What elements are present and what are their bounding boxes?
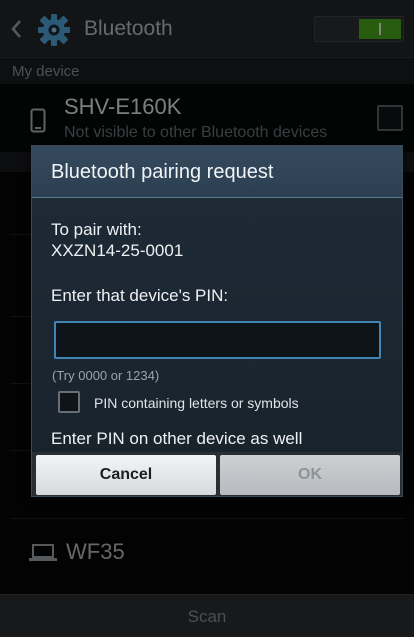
- pair-with-device: XXZN14-25-0001: [51, 241, 184, 260]
- letters-symbols-checkbox[interactable]: [58, 391, 80, 413]
- pairing-dialog: Bluetooth pairing request To pair with: …: [31, 145, 403, 497]
- ok-button[interactable]: OK: [220, 455, 400, 495]
- letters-symbols-label[interactable]: PIN containing letters or symbols: [94, 395, 299, 411]
- pin-hint: (Try 0000 or 1234): [52, 368, 160, 383]
- dialog-titlebar: Bluetooth pairing request: [32, 146, 402, 198]
- pair-with-label: To pair with:: [51, 220, 142, 239]
- other-device-note: Enter PIN on other device as well: [51, 429, 303, 448]
- dialog-body: To pair with: XXZN14-25-0001 Enter that …: [32, 198, 402, 452]
- pin-input[interactable]: [54, 321, 381, 359]
- dialog-button-bar: Cancel OK: [32, 452, 402, 496]
- dialog-title: Bluetooth pairing request: [51, 161, 274, 183]
- pin-label: Enter that device's PIN:: [51, 286, 229, 305]
- cancel-button[interactable]: Cancel: [36, 455, 216, 495]
